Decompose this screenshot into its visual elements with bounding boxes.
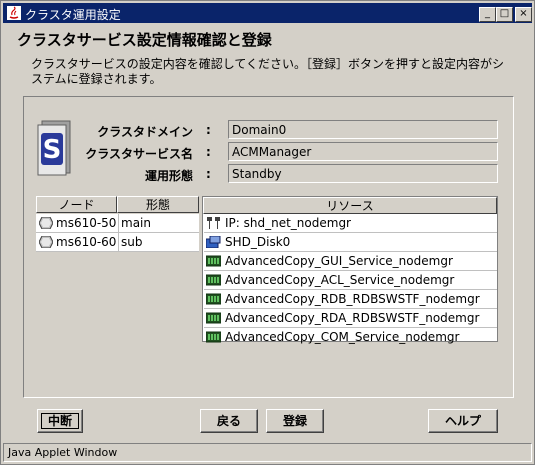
- list-item[interactable]: AdvancedCopy_RDA_RDBSWSTF_nodemgr: [204, 309, 497, 328]
- resource-label: AdvancedCopy_RDA_RDBSWSTF_nodemgr: [225, 311, 480, 325]
- network-icon: [207, 217, 220, 229]
- close-button[interactable]: ×: [515, 7, 532, 22]
- domain-label: クラスタドメイン: [97, 125, 193, 139]
- list-item[interactable]: AdvancedCopy_ACL_Service_nodemgr: [204, 271, 497, 290]
- list-item[interactable]: IP: shd_net_nodemgr: [204, 214, 497, 233]
- node-form: sub: [118, 233, 142, 251]
- mode-colon: :: [206, 167, 211, 181]
- node-name: ms610-50: [56, 216, 117, 230]
- service-icon: [206, 331, 221, 343]
- service-icon: [206, 293, 221, 305]
- service-icon: [206, 255, 221, 267]
- register-button[interactable]: 登録: [266, 409, 324, 433]
- page-title: クラスタサービス設定情報確認と登録: [17, 31, 272, 49]
- status-bar: Java Applet Window: [3, 443, 532, 462]
- domain-value: Domain0: [228, 120, 498, 139]
- table-row[interactable]: ms610-60 sub: [36, 233, 199, 252]
- node-column-header[interactable]: ノード: [36, 196, 117, 213]
- resource-label: AdvancedCopy_RDB_RDBSWSTF_nodemgr: [225, 292, 480, 306]
- resource-table: リソース IP: shd_net_nodemgr SHD_Disk0 Advan…: [202, 196, 498, 344]
- window-title: クラスタ運用設定: [25, 8, 121, 22]
- help-button[interactable]: ヘルプ: [428, 409, 498, 433]
- maximize-button[interactable]: □: [496, 7, 513, 22]
- service-name-colon: :: [206, 145, 211, 159]
- list-item[interactable]: AdvancedCopy_GUI_Service_nodemgr: [204, 252, 497, 271]
- application-window: クラスタ運用設定 _ □ × クラスタサービス設定情報確認と登録 クラスタサービ…: [0, 0, 535, 465]
- service-icon: [206, 274, 221, 286]
- resource-label: SHD_Disk0: [225, 235, 291, 249]
- resource-label: AdvancedCopy_GUI_Service_nodemgr: [225, 254, 453, 268]
- resource-label: AdvancedCopy_COM_Service_nodemgr: [225, 330, 460, 344]
- back-button[interactable]: 戻る: [200, 409, 258, 433]
- list-item[interactable]: SHD_Disk0: [204, 233, 497, 252]
- service-icon: [206, 312, 221, 324]
- disk-icon: [206, 236, 221, 248]
- node-icon: [39, 217, 53, 229]
- form-column-header[interactable]: 形態: [117, 196, 199, 213]
- resource-column-header[interactable]: リソース: [203, 197, 497, 214]
- service-name-label: クラスタサービス名: [85, 147, 193, 161]
- list-item[interactable]: AdvancedCopy_COM_Service_nodemgr: [204, 328, 497, 346]
- java-app-icon: [7, 6, 21, 20]
- resource-label: IP: shd_net_nodemgr: [225, 216, 351, 230]
- mode-value: Standby: [228, 164, 498, 183]
- table-row[interactable]: ms610-50 main: [36, 214, 199, 233]
- description-text: クラスタサービスの設定内容を確認してください。［登録］ボタンを押すと設定内容がシ…: [31, 57, 505, 86]
- node-form: main: [118, 214, 151, 232]
- mode-label: 運用形態: [144, 169, 193, 183]
- svg-text:S: S: [43, 135, 62, 165]
- node-table: ノード 形態 ms610-50 main ms610-60 sub: [36, 196, 199, 252]
- node-icon: [39, 236, 53, 248]
- title-bar[interactable]: クラスタ運用設定 _ □ ×: [3, 3, 532, 23]
- abort-button[interactable]: 中断: [37, 409, 83, 433]
- list-item[interactable]: AdvancedCopy_RDB_RDBSWSTF_nodemgr: [204, 290, 497, 309]
- resource-label: AdvancedCopy_ACL_Service_nodemgr: [225, 273, 455, 287]
- service-name-value: ACMManager: [228, 142, 498, 161]
- node-name: ms610-60: [56, 235, 117, 249]
- domain-colon: :: [206, 123, 211, 137]
- minimize-button[interactable]: _: [479, 7, 496, 22]
